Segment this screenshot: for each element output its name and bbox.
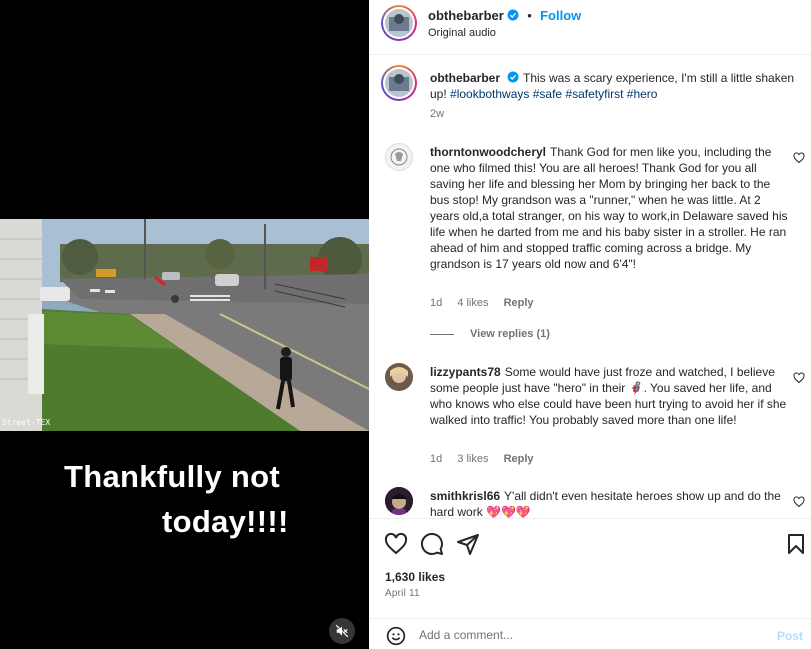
comment-username[interactable]: lizzypants78	[430, 365, 501, 379]
comment-meta: 1d 4 likes Reply	[430, 297, 546, 309]
verified-badge-icon	[507, 9, 519, 21]
caption-hashtags[interactable]: #lookbothways #safe #safetyfirst #hero	[450, 87, 657, 101]
comment-bubble-icon[interactable]	[420, 532, 444, 556]
like-comment-heart-icon[interactable]	[793, 372, 805, 384]
comment-reply-button[interactable]: Reply	[504, 297, 534, 309]
save-bookmark-icon[interactable]	[784, 532, 808, 556]
post-side-panel: obthebarber • Follow Original audio obth…	[369, 0, 811, 649]
add-comment-bar: Post	[369, 618, 811, 649]
like-comment-heart-icon[interactable]	[793, 496, 805, 508]
view-replies-label[interactable]: View replies (1)	[470, 328, 550, 340]
author-username[interactable]: obthebarber	[428, 8, 504, 23]
post-comment-button[interactable]: Post	[777, 629, 803, 643]
video-watermark: Street-TEX	[2, 418, 51, 427]
comment-time: 1d	[430, 453, 443, 465]
speaker-muted-icon	[335, 624, 349, 638]
mute-toggle-button[interactable]	[329, 618, 355, 644]
post-actions: 1,630 likes April 11	[369, 518, 811, 618]
comment-input[interactable]	[419, 623, 739, 647]
video-frame[interactable]: Street-TEX	[0, 219, 369, 431]
verified-badge-icon	[507, 71, 519, 83]
caption-line-1: Thankfully not	[64, 459, 281, 494]
emoji-smiley-icon[interactable]	[386, 626, 406, 646]
commenter-avatar[interactable]	[385, 143, 413, 171]
comment-likes[interactable]: 3 likes	[457, 453, 488, 465]
comment-time: 1d	[430, 297, 443, 309]
comments-list[interactable]: obthebarber This was a scary experience, …	[369, 56, 811, 518]
post-header: obthebarber • Follow Original audio	[369, 0, 811, 55]
caption-username[interactable]: obthebarber	[430, 71, 500, 85]
comment-meta: 1d 3 likes Reply	[430, 453, 546, 465]
commenter-avatar[interactable]	[385, 487, 413, 515]
author-avatar[interactable]	[381, 5, 417, 41]
comment-reply-button[interactable]: Reply	[504, 453, 534, 465]
comment-likes[interactable]: 4 likes	[457, 297, 488, 309]
street-scene-image	[0, 219, 369, 431]
likes-count[interactable]: 1,630 likes	[385, 570, 445, 584]
caption-author-avatar[interactable]	[381, 65, 417, 101]
comment-username[interactable]: thorntonwoodcheryl	[430, 145, 546, 159]
like-heart-icon[interactable]	[384, 532, 408, 556]
comment-username[interactable]: smithkrisl66	[430, 489, 500, 503]
replies-divider-line	[430, 333, 454, 335]
share-paper-plane-icon[interactable]	[456, 532, 480, 556]
caption-time: 2w	[430, 108, 445, 120]
commenter-avatar[interactable]	[385, 363, 413, 391]
caption-line-2: today!!!!	[162, 504, 289, 539]
caption-meta: 2w	[430, 108, 456, 120]
like-comment-heart-icon[interactable]	[793, 152, 805, 164]
reel-video-panel[interactable]: Street-TEX Thankfully not today!!!!	[0, 0, 369, 649]
post-date[interactable]: April 11	[385, 588, 420, 599]
separator-dot: •	[527, 8, 532, 23]
view-replies-button[interactable]: View replies (1)	[430, 328, 550, 340]
audio-label[interactable]: Original audio	[428, 27, 496, 39]
comment-text: Thank God for men like you, including th…	[430, 145, 788, 271]
follow-button[interactable]: Follow	[540, 8, 581, 23]
